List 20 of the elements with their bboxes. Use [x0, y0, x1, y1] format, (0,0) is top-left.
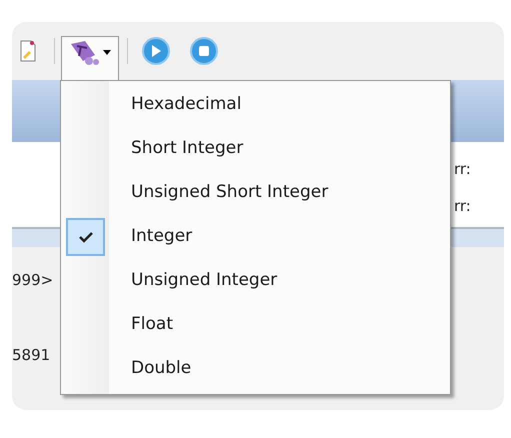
- menu-item[interactable]: Double: [131, 356, 192, 382]
- menu-item[interactable]: Unsigned Short Integer: [131, 180, 328, 206]
- tool-icon: [69, 40, 99, 66]
- play-icon: [150, 44, 162, 58]
- menu-item[interactable]: Hexadecimal: [131, 92, 242, 118]
- menu-item[interactable]: Short Integer: [131, 136, 244, 162]
- caret-icon: [103, 50, 111, 55]
- field-label: rr:: [454, 159, 472, 180]
- stop-button[interactable]: [190, 37, 218, 65]
- checkmark-icon: [78, 232, 92, 242]
- format-dropdown-button[interactable]: [61, 36, 119, 80]
- output-text: 999>: [12, 270, 54, 291]
- menu-item[interactable]: Integer: [131, 224, 192, 250]
- menu-item[interactable]: Unsigned Integer: [131, 268, 278, 294]
- menu-item[interactable]: Float: [131, 312, 173, 338]
- output-text: 5891: [12, 344, 50, 366]
- document-icon: [20, 39, 36, 63]
- stop-icon: [198, 45, 210, 57]
- play-button[interactable]: [142, 37, 170, 65]
- field-label: rr:: [454, 196, 472, 216]
